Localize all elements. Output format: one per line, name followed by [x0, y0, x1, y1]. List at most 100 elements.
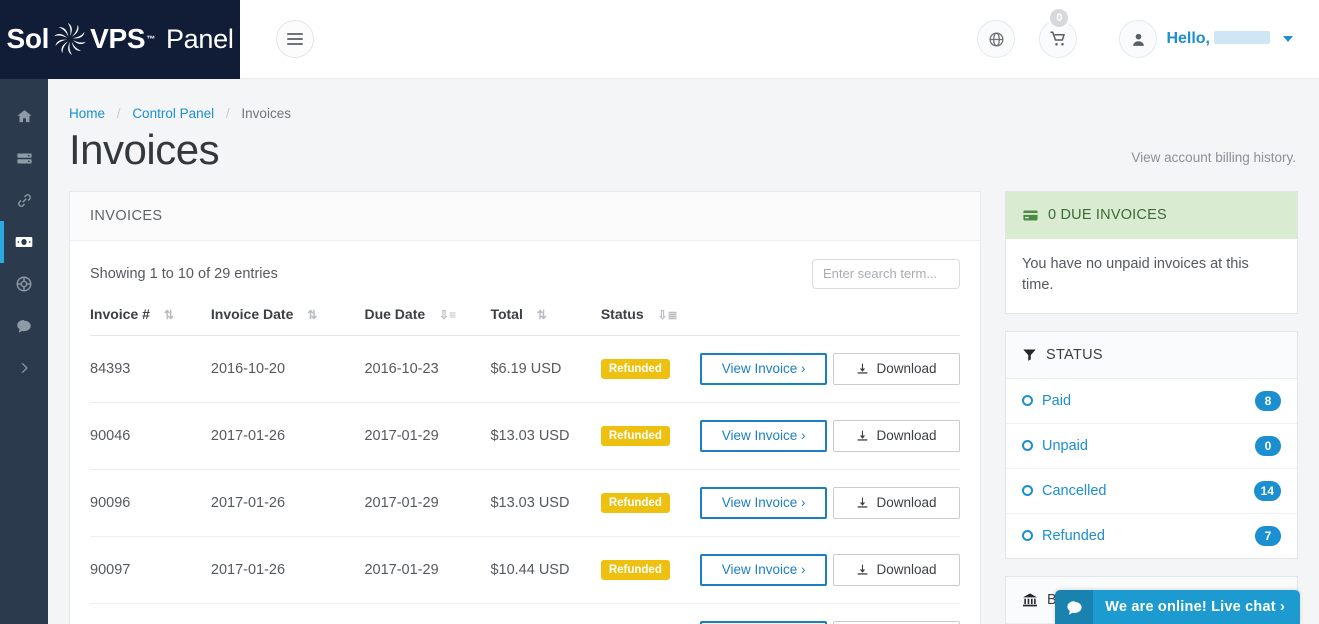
- sidebar-item-home[interactable]: [0, 95, 48, 137]
- view-invoice-button[interactable]: View Invoice ›: [700, 420, 827, 452]
- brand-text: Sol: [6, 21, 233, 57]
- sort-icon[interactable]: ⇅: [307, 308, 317, 322]
- download-button[interactable]: Download: [833, 621, 960, 624]
- sort-icon[interactable]: ⇅: [164, 308, 174, 322]
- download-button[interactable]: Download: [833, 420, 960, 452]
- download-icon: [856, 429, 869, 442]
- status-filter-count: 0: [1255, 436, 1281, 456]
- status-filter-unpaid[interactable]: Unpaid 0: [1006, 424, 1297, 469]
- view-invoice-button[interactable]: View Invoice ›: [700, 353, 827, 385]
- sort-amount-asc-icon[interactable]: ⇩≡: [439, 308, 456, 322]
- cell-due-date: 2017-01-29: [364, 402, 490, 469]
- sidebar-item-expand[interactable]: [0, 347, 48, 389]
- table-toolbar: Showing 1 to 10 of 29 entries: [90, 259, 960, 289]
- column-header-view: [700, 306, 833, 336]
- table-row: 90097 2017-01-26 2017-01-29 $10.44 USD R…: [90, 536, 960, 603]
- cell-invoice-number: 90096: [90, 469, 211, 536]
- live-chat-widget[interactable]: We are online! Live chat ›: [1055, 590, 1300, 624]
- view-invoice-button[interactable]: View Invoice ›: [700, 554, 827, 586]
- app-root: Sol: [0, 0, 1319, 624]
- invoices-table-body: 84393 2016-10-20 2016-10-23 $6.19 USD Re…: [90, 335, 960, 624]
- cell-view-action: View Invoice ›: [700, 335, 833, 402]
- cell-view-action: View Invoice ›: [700, 536, 833, 603]
- user-icon: [1130, 31, 1147, 48]
- status-filter-count: 8: [1255, 391, 1281, 411]
- chat-icon: [15, 317, 33, 335]
- invoices-table: Invoice # ⇅ Invoice Date ⇅ Due Date: [90, 306, 960, 624]
- chevron-down-icon[interactable]: [1283, 36, 1293, 42]
- cell-download-action: Download: [833, 402, 960, 469]
- status-filter-label: Unpaid: [1042, 438, 1088, 454]
- link-icon: [16, 192, 33, 209]
- cell-status: Refunded: [601, 536, 700, 603]
- sidebar-item-servers[interactable]: [0, 137, 48, 179]
- download-button[interactable]: Download: [833, 353, 960, 385]
- status-badge: Refunded: [601, 493, 670, 513]
- breadcrumb-home[interactable]: Home: [69, 106, 105, 121]
- content-columns: INVOICES Showing 1 to 10 of 29 entries I…: [48, 175, 1319, 624]
- download-button[interactable]: Download: [833, 554, 960, 586]
- invoices-table-head: Invoice # ⇅ Invoice Date ⇅ Due Date: [90, 306, 960, 336]
- column-header-invoice-date[interactable]: Invoice Date ⇅: [211, 306, 365, 336]
- lifebuoy-icon: [15, 275, 33, 293]
- circle-o-icon: [1022, 395, 1033, 406]
- circle-o-icon: [1022, 485, 1033, 496]
- table-row: 90096 2017-01-26 2017-01-29 $13.03 USD R…: [90, 469, 960, 536]
- cell-invoice-date: 2016-10-20: [211, 335, 365, 402]
- sidebar-item-support[interactable]: [0, 263, 48, 305]
- cell-status: Refunded: [601, 603, 700, 624]
- cell-invoice-number: 90097: [90, 536, 211, 603]
- sidebar-item-messages[interactable]: [0, 305, 48, 347]
- view-invoice-button[interactable]: View Invoice ›: [700, 487, 827, 519]
- avatar[interactable]: [1119, 20, 1157, 58]
- column-header-status[interactable]: Status ⇩≣: [601, 306, 700, 336]
- due-invoices-header: 0 DUE INVOICES: [1006, 192, 1297, 239]
- sidebar: [0, 79, 48, 624]
- cell-due-date: 2017-01-29: [364, 469, 490, 536]
- filter-icon: [1022, 347, 1037, 362]
- sort-icon[interactable]: ⇅: [537, 308, 547, 322]
- status-badge: Refunded: [601, 426, 670, 446]
- column-header-due-date[interactable]: Due Date ⇩≡: [364, 306, 490, 336]
- greeting-label: Hello,: [1166, 30, 1270, 48]
- language-button[interactable]: [977, 20, 1015, 58]
- due-invoices-panel: 0 DUE INVOICES You have no unpaid invoic…: [1005, 191, 1298, 314]
- username-redacted: [1214, 31, 1270, 44]
- sort-amount-desc-icon[interactable]: ⇩≣: [658, 308, 678, 322]
- sidebar-item-domains[interactable]: [0, 179, 48, 221]
- cart-button[interactable]: 0: [1039, 20, 1077, 58]
- view-invoice-button[interactable]: View Invoice ›: [700, 621, 827, 624]
- brand-logo[interactable]: Sol: [0, 0, 240, 79]
- hamburger-icon[interactable]: [276, 20, 314, 58]
- status-filter-paid[interactable]: Paid 8: [1006, 379, 1297, 424]
- status-badge: Refunded: [601, 359, 670, 379]
- column-header-invoice-number[interactable]: Invoice # ⇅: [90, 306, 211, 336]
- cell-invoice-date: 2017-01-26: [211, 402, 365, 469]
- download-button[interactable]: Download: [833, 487, 960, 519]
- status-badge: Refunded: [601, 560, 670, 580]
- status-filter-cancelled[interactable]: Cancelled 14: [1006, 469, 1297, 514]
- sidebar-item-billing[interactable]: [0, 221, 48, 263]
- search-input[interactable]: [812, 259, 960, 289]
- column-header-total[interactable]: Total ⇅: [490, 306, 600, 336]
- user-menu[interactable]: Hello,: [1119, 20, 1293, 58]
- circle-o-icon: [1022, 530, 1033, 541]
- cell-invoice-number: 84393: [90, 335, 211, 402]
- page-title: Invoices: [69, 125, 219, 175]
- brand-tm: ™: [146, 35, 155, 44]
- breadcrumb-control-panel[interactable]: Control Panel: [132, 106, 214, 121]
- live-chat-icon-area: [1055, 590, 1093, 624]
- page-subtitle: View account billing history.: [1131, 150, 1296, 175]
- cell-view-action: View Invoice ›: [700, 402, 833, 469]
- greeting-text: Hello,: [1166, 30, 1210, 47]
- chevron-right-icon: [17, 361, 31, 375]
- brand-name-part2: VPS: [90, 25, 145, 53]
- breadcrumb: Home / Control Panel / Invoices: [48, 79, 1319, 121]
- top-bar: Sol: [0, 0, 1319, 79]
- status-filter-refunded[interactable]: Refunded 7: [1006, 514, 1297, 558]
- download-icon: [856, 496, 869, 509]
- table-header-row: Invoice # ⇅ Invoice Date ⇅ Due Date: [90, 306, 960, 336]
- cell-total: $13.03 USD: [490, 402, 600, 469]
- page-header: Invoices View account billing history.: [48, 121, 1319, 175]
- cell-status: Refunded: [601, 335, 700, 402]
